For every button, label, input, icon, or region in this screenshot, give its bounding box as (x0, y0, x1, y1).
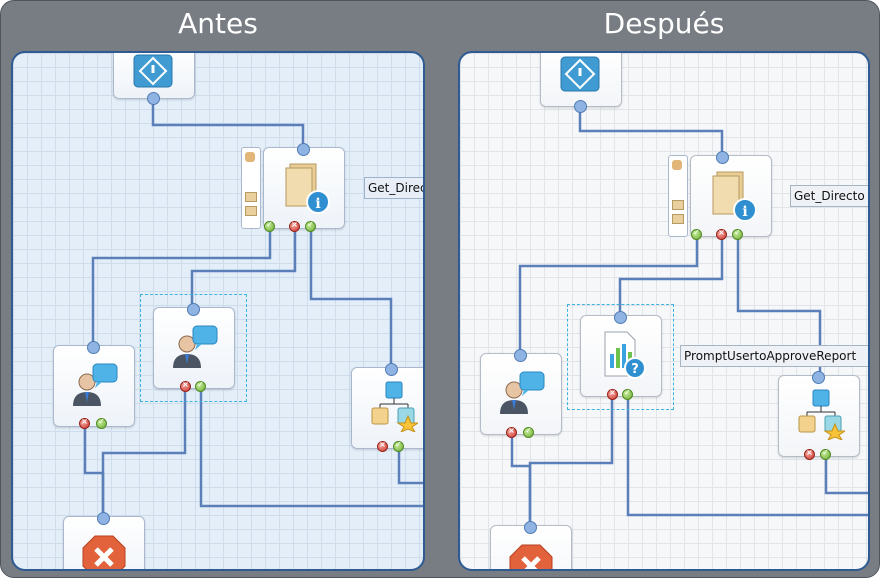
success-port[interactable] (96, 417, 107, 429)
input-port[interactable] (97, 512, 110, 525)
start-icon (560, 56, 600, 92)
output-port[interactable] (574, 100, 587, 113)
failure-port[interactable] (289, 220, 300, 232)
approve-report-node[interactable]: ? (580, 315, 662, 397)
node-side-toolbar[interactable] (241, 147, 261, 229)
input-port[interactable] (524, 521, 537, 534)
document-info-icon: i (712, 171, 757, 222)
stop-error-icon (82, 535, 126, 569)
input-port[interactable] (297, 143, 310, 156)
before-title: Antes (178, 7, 258, 40)
failure-port[interactable] (607, 388, 618, 400)
get-directory-label: Get_Directo (790, 185, 868, 207)
success-port[interactable] (732, 228, 743, 240)
svg-text:i: i (742, 204, 747, 220)
svg-text:?: ? (631, 362, 639, 377)
before-workflow-canvas[interactable]: i Get_Direct (11, 51, 425, 571)
user-message-icon (500, 371, 545, 414)
success-port[interactable] (393, 440, 404, 452)
failure-port[interactable] (377, 440, 388, 452)
hierarchy-star-icon (798, 389, 845, 440)
input-port[interactable] (614, 311, 627, 324)
success-port[interactable] (622, 388, 633, 400)
success-port[interactable] (305, 220, 316, 232)
failure-port[interactable] (804, 448, 815, 460)
stop-error-icon (509, 544, 553, 569)
folder-icon (245, 206, 257, 216)
failure-port[interactable] (506, 426, 517, 438)
user-prompt-node[interactable] (480, 353, 562, 435)
failure-port[interactable] (79, 417, 90, 429)
input-port[interactable] (812, 371, 825, 384)
get-directory-node[interactable]: i (263, 147, 345, 229)
success-port[interactable] (691, 228, 702, 240)
after-workflow-canvas[interactable]: i Get_Directo ? PromptUsertoApproveRepor… (458, 51, 870, 571)
start-node[interactable] (540, 53, 622, 107)
input-port[interactable] (514, 349, 527, 362)
start-icon (133, 54, 173, 88)
success-port[interactable] (820, 448, 831, 460)
hierarchy-star-icon (371, 381, 418, 432)
user-message-icon (173, 325, 218, 368)
node-side-toolbar[interactable] (668, 155, 688, 237)
input-port[interactable] (87, 341, 100, 354)
input-port[interactable] (385, 363, 398, 376)
failure-port[interactable] (716, 228, 727, 240)
user-message-icon (73, 363, 118, 406)
input-port[interactable] (716, 151, 729, 164)
success-port[interactable] (264, 220, 275, 232)
hierarchy-node[interactable] (351, 367, 423, 449)
report-chart-help-icon: ? (604, 331, 646, 379)
input-port[interactable] (187, 303, 200, 316)
get-directory-node[interactable]: i (690, 155, 772, 237)
hand-icon (672, 160, 682, 170)
folder-icon (245, 192, 257, 202)
success-port[interactable] (523, 426, 534, 438)
comparison-frame: Antes Después i Get_Direct ✓ × ✓ × ✓ × ✓… (0, 0, 880, 578)
prompt-user-label: PromptUsertoApproveReport (680, 345, 868, 367)
hand-icon (245, 152, 255, 162)
output-port[interactable] (147, 92, 160, 105)
user-prompt-node-selected[interactable] (153, 307, 235, 389)
hierarchy-node[interactable] (778, 375, 860, 457)
user-prompt-node[interactable] (53, 345, 135, 427)
folder-icon (672, 214, 684, 224)
success-port[interactable] (195, 380, 206, 392)
folder-icon (672, 200, 684, 210)
document-info-icon: i (285, 163, 330, 214)
failure-port[interactable] (180, 380, 191, 392)
svg-text:i: i (315, 196, 320, 212)
get-directory-label: Get_Direct (364, 177, 423, 199)
after-title: Después (603, 7, 725, 40)
